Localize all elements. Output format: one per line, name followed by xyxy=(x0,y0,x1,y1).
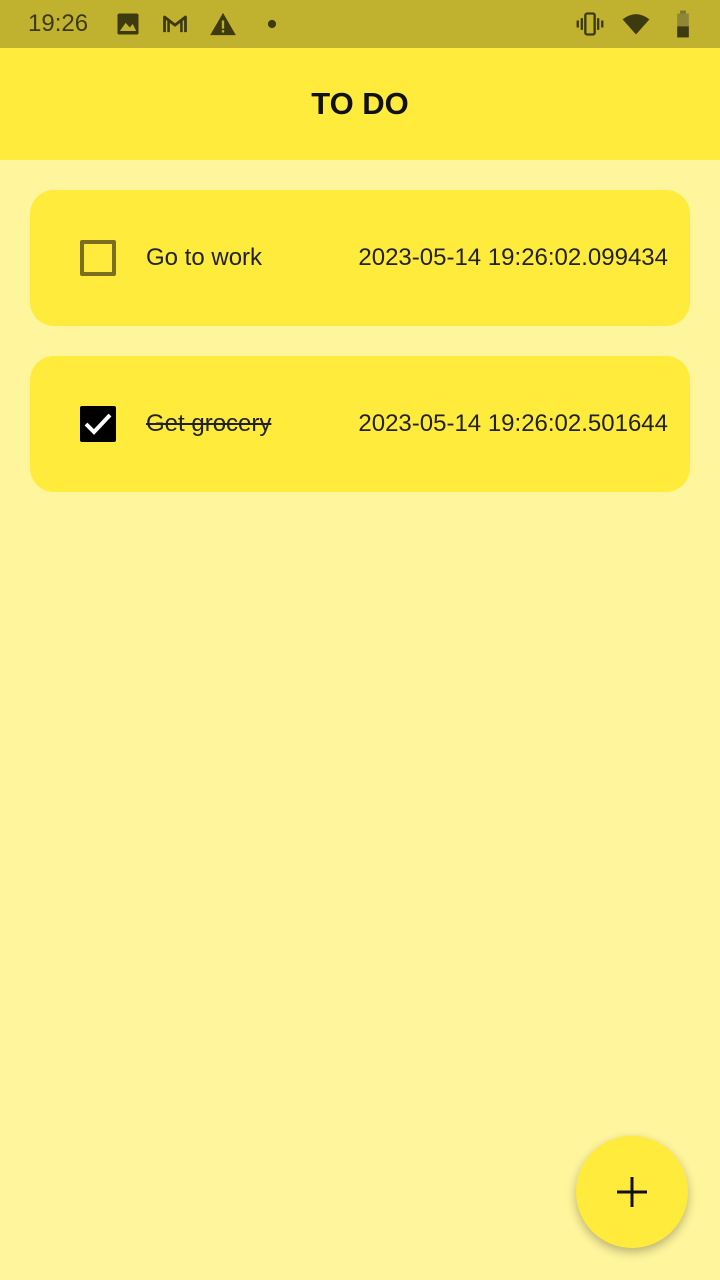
todo-label: Go to work xyxy=(146,244,263,271)
app-bar: TO DO xyxy=(0,48,720,160)
vibrate-icon xyxy=(576,10,604,38)
todo-item[interactable]: Go to work 2023-05-14 19:26:02.099434 xyxy=(30,190,690,326)
todo-label: Get grocery xyxy=(146,410,272,437)
todo-timestamp: 2023-05-14 19:26:02.501644 xyxy=(358,410,668,437)
status-time: 19:26 xyxy=(28,10,89,37)
image-icon xyxy=(114,10,142,38)
plus-icon xyxy=(617,1177,647,1207)
checkmark-icon xyxy=(84,413,112,435)
status-bar: 19:26 xyxy=(0,0,720,48)
warning-icon xyxy=(209,10,237,38)
todo-timestamp: 2023-05-14 19:26:02.099434 xyxy=(358,244,668,271)
gmail-icon xyxy=(161,10,189,38)
battery-icon xyxy=(669,10,697,38)
todo-checkbox[interactable] xyxy=(80,240,116,276)
todo-item[interactable]: Get grocery 2023-05-14 19:26:02.501644 xyxy=(30,356,690,492)
page-title: TO DO xyxy=(311,86,409,121)
wifi-icon xyxy=(622,10,650,38)
dot-icon xyxy=(258,10,286,38)
add-todo-button[interactable] xyxy=(576,1136,688,1248)
todo-checkbox[interactable] xyxy=(80,406,116,442)
